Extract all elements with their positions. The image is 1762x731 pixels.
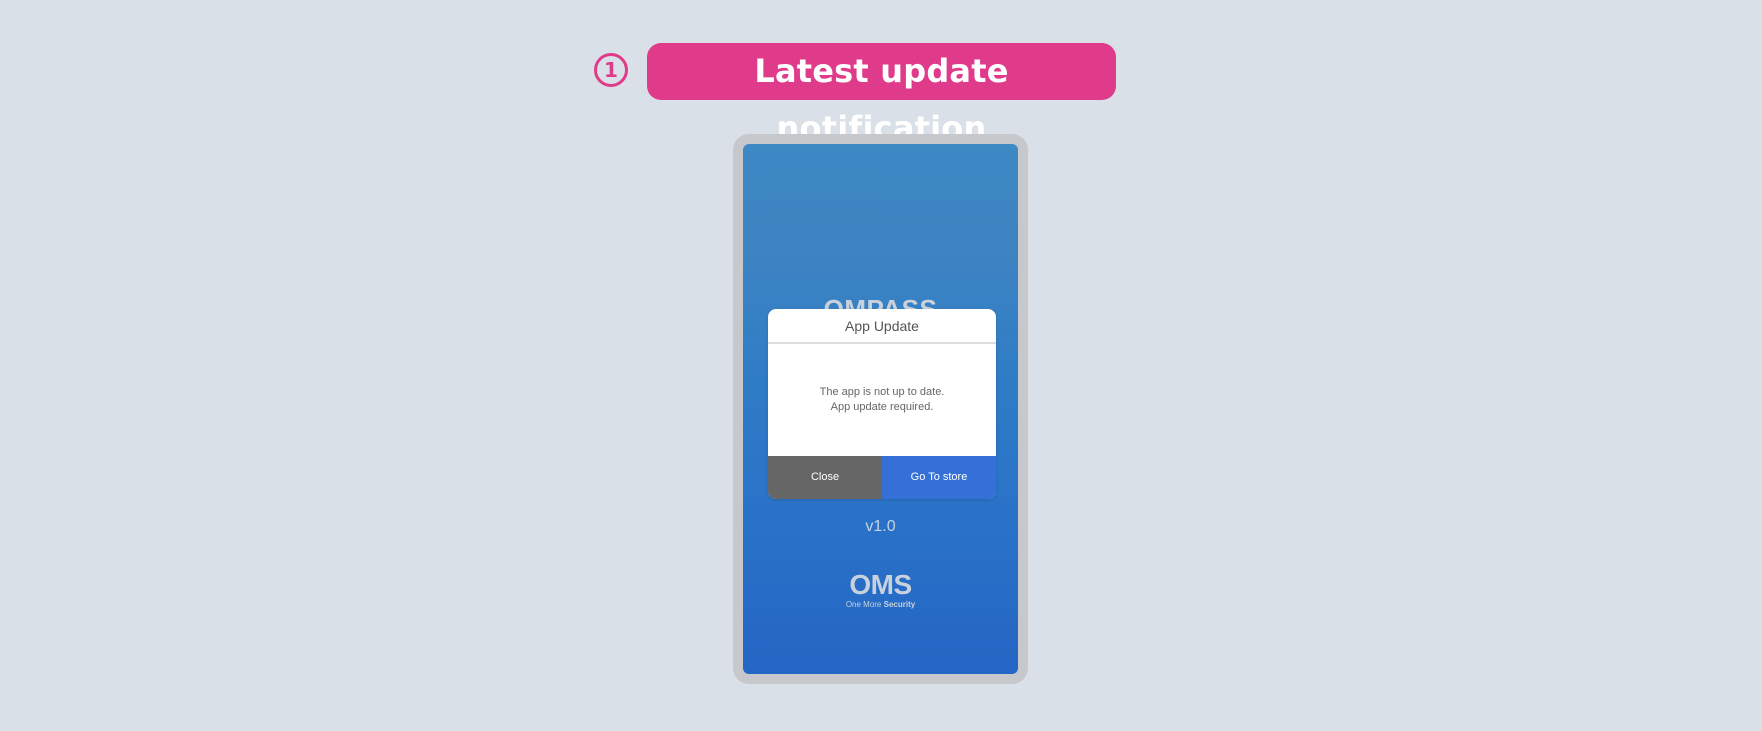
oms-logo: OMS bbox=[849, 569, 912, 600]
phone-screen: OMPASS App Update The app is not up to d… bbox=[743, 144, 1018, 674]
close-button[interactable]: Close bbox=[768, 456, 882, 499]
update-dialog: App Update The app is not up to date. Ap… bbox=[768, 309, 996, 499]
dialog-message-line2: App update required. bbox=[830, 401, 934, 413]
oms-tagline: One More Security bbox=[743, 600, 1018, 610]
dialog-title: App Update bbox=[768, 309, 996, 344]
oms-brand: OMS One More Security bbox=[743, 570, 1018, 610]
app-version: v1.0 bbox=[865, 518, 896, 535]
section-title: Latest update notification bbox=[647, 43, 1116, 147]
dialog-buttons: Close Go To store bbox=[768, 456, 996, 499]
oms-tagline-prefix: One More bbox=[845, 600, 884, 609]
step-number-badge: 1 bbox=[594, 53, 628, 87]
phone-frame: OMPASS App Update The app is not up to d… bbox=[733, 134, 1028, 684]
oms-tagline-bold: Security bbox=[883, 600, 916, 609]
dialog-message: The app is not up to date. App update re… bbox=[768, 344, 996, 456]
dialog-message-line1: The app is not up to date. bbox=[819, 386, 945, 398]
go-to-store-button[interactable]: Go To store bbox=[882, 456, 996, 499]
